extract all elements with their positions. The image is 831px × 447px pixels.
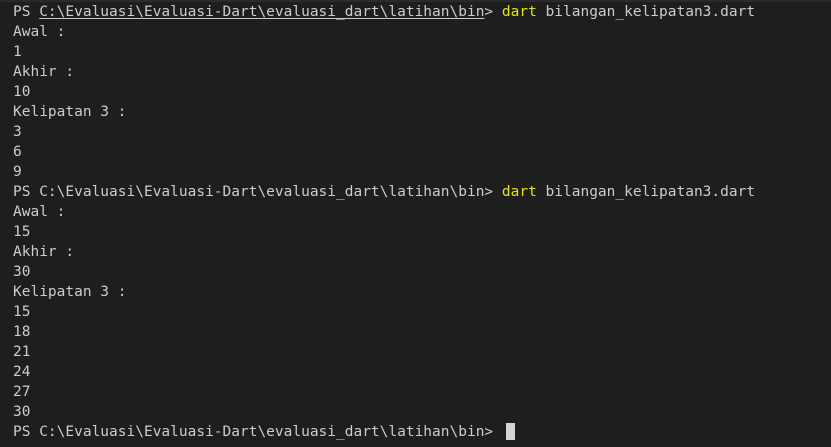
output-line: Kelipatan 3 : [13,284,127,300]
output-line: Awal : [13,204,66,220]
output-line: 15 [13,224,31,240]
output-line: 3 [13,124,22,140]
output-line: 1 [13,44,22,60]
output-line: 30 [13,264,31,280]
command-name: dart [501,184,537,200]
output-line: 6 [13,144,22,160]
prompt-suffix: > [484,4,502,20]
prompt-suffix: > [484,424,502,440]
text-cursor[interactable] [505,423,515,440]
output-line: Akhir : [13,244,75,260]
output-line: 30 [13,404,31,420]
output-line: 27 [13,384,31,400]
prompt-line-2: PS C:\Evaluasi\Evaluasi-Dart\evaluasi_da… [13,182,831,202]
prompt-prefix: PS [13,184,40,200]
output-line: Awal : [13,24,66,40]
output-line: 15 [13,304,31,320]
terminal-top-edge [0,0,831,2]
command-argument: bilangan_kelipatan3.dart [536,4,756,20]
prompt-line-1: PS C:\Evaluasi\Evaluasi-Dart\evaluasi_da… [13,2,831,22]
active-prompt-line[interactable]: PS C:\Evaluasi\Evaluasi-Dart\evaluasi_da… [13,422,831,442]
output-line: 10 [13,84,31,100]
output-line: 9 [13,164,22,180]
output-line: Kelipatan 3 : [13,104,127,120]
output-line: 18 [13,324,31,340]
prompt-path: C:\Evaluasi\Evaluasi-Dart\evaluasi_dart\… [39,424,485,440]
terminal-window[interactable]: PS C:\Evaluasi\Evaluasi-Dart\evaluasi_da… [0,0,831,447]
prompt-path: C:\Evaluasi\Evaluasi-Dart\evaluasi_dart\… [39,184,485,200]
output-line: 21 [13,344,31,360]
output-line: 24 [13,364,31,380]
prompt-prefix: PS [13,424,40,440]
output-line: Akhir : [13,64,75,80]
prompt-suffix: > [484,184,502,200]
command-argument: bilangan_kelipatan3.dart [536,184,756,200]
command-name: dart [501,4,537,20]
prompt-prefix: PS [13,4,40,20]
prompt-path[interactable]: C:\Evaluasi\Evaluasi-Dart\evaluasi_dart\… [39,4,484,20]
